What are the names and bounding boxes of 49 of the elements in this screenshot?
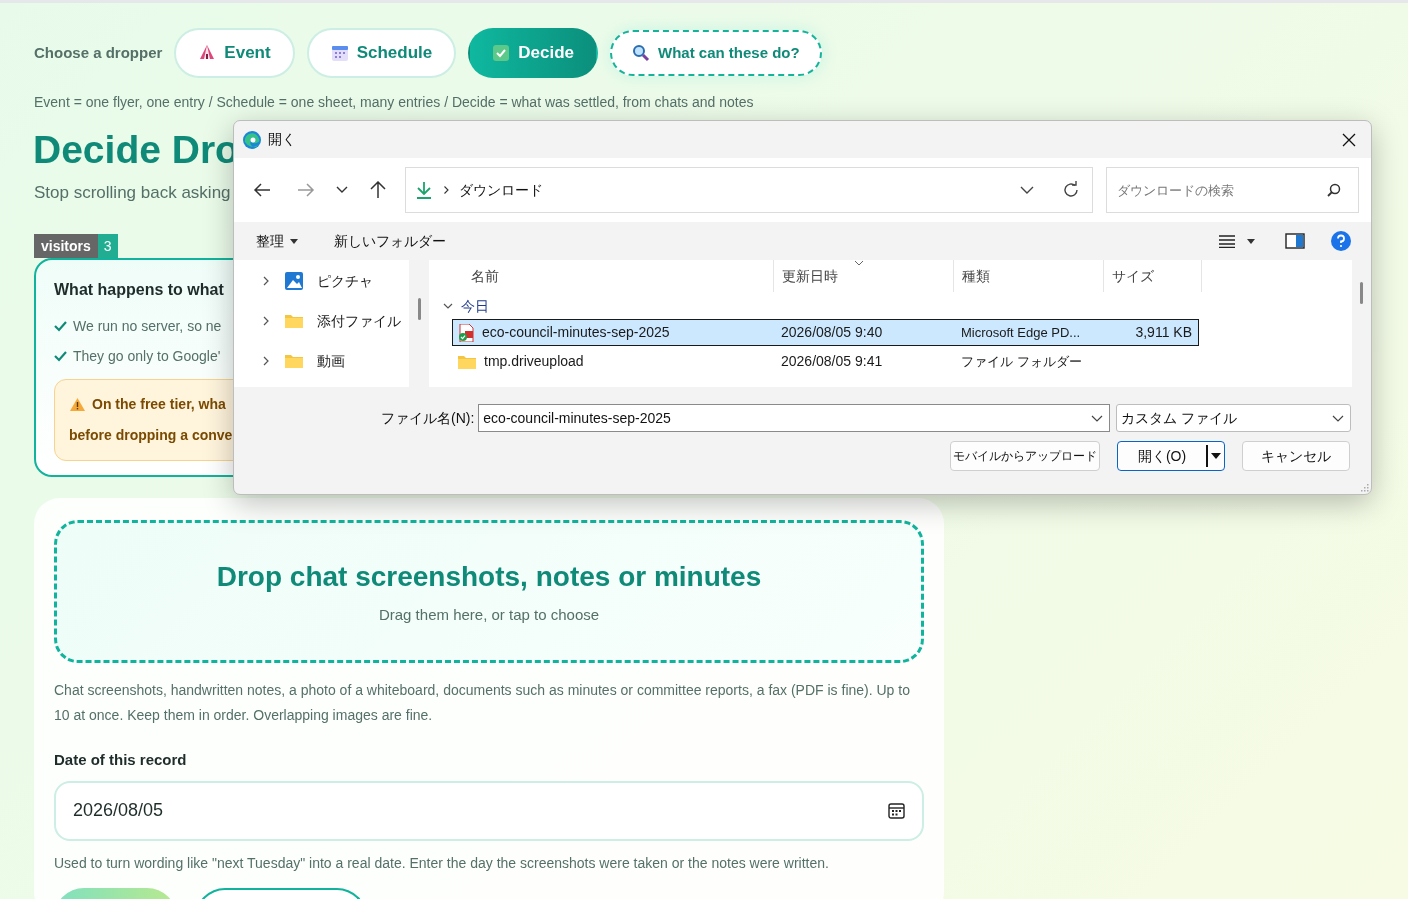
column-header[interactable]: 名前 [429,260,774,292]
nav-item[interactable]: 動画 [234,341,409,381]
search-field[interactable]: ダウンロードの検索 [1106,167,1359,213]
dropper-tab[interactable]: Schedule [306,28,457,78]
help-button[interactable]: What can these do? [610,30,822,76]
nav-item[interactable]: 添付ファイル [234,301,409,341]
file-size: 3,911 KB [1135,324,1192,340]
file-name: tmp.driveupload [484,352,584,371]
file-date: 2026/08/05 9:41 [781,353,883,369]
file-date: 2026/08/05 9:40 [781,324,883,340]
file-name: eco-council-minutes-sep-2025 [482,323,670,342]
visitors-count: 3 [97,234,118,258]
organize-button[interactable]: 整理 [256,230,298,252]
filename-label: ファイル名(N): [381,408,475,428]
dropzone-hint: Drag them here, or tap to choose [378,605,600,626]
address-text: ダウンロード [459,180,543,200]
legend-text: Event = one flyer, one entry / Schedule = one sheet, many entries / Decide = what was settled, from chats and notes [34,93,754,112]
dropper-tab[interactable]: Event [174,28,295,78]
privacy-point: They go only to Google' [73,347,221,366]
page-subtitle: Stop scrolling back asking [34,182,231,204]
date-field[interactable]: 2026/08/05 [54,780,924,841]
warning-text: before dropping a conve [69,426,234,445]
file-type-dropdown[interactable]: カスタム ファイル [1116,404,1351,432]
address-bar[interactable]: ダウンロード [405,167,1093,213]
card-heading: What happens to what [54,280,224,300]
nav-item[interactable]: ピクチャ [234,261,409,301]
privacy-point: We run no server, so ne [73,317,222,336]
warning-text: On the free tier, wha [92,395,226,414]
visitors-label: visitors [34,234,98,258]
dropper-label: Choose a dropper [34,42,163,63]
column-header[interactable]: 種類 [954,260,1104,292]
new-folder-button[interactable]: 新しいフォルダー [334,230,446,252]
file-type: Microsoft Edge PD... [961,325,1081,340]
file-row[interactable]: tmp.driveupload 2026/08/05 9:41 ファイル フォルダー [452,348,1199,375]
open-button[interactable]: 開く(O) [1117,441,1225,471]
file-row[interactable]: eco-council-minutes-sep-2025 2026/08/05 9:40 Microsoft Edge PD... 3,911 KB [452,319,1199,346]
filename-field[interactable]: eco-council-minutes-sep-2025 [478,404,1111,432]
cancel-button[interactable]: キャンセル [1242,441,1350,471]
dialog-title: 開く [268,130,296,149]
date-label: Date of this record [54,750,188,770]
date-help-text: Used to turn wording like "next Tuesday" into a real date. Enter the day the screenshots were taken or the notes were written. [54,853,830,873]
column-header[interactable]: サイズ [1104,260,1202,292]
file-type: ファイル フォルダー [961,354,1082,369]
upload-from-mobile-button[interactable]: モバイルからアップロード [950,441,1100,471]
dropzone-title: Drop chat screenshots, notes or minutes [216,560,762,595]
group-header[interactable]: 今日 [429,295,1352,317]
dropzone[interactable]: Drop chat screenshots, notes or minutes Drag them here, or tap to choose [54,520,924,663]
description-text: Chat screenshots, handwritten notes, a photo of a whiteboard, documents such as minutes or committee reports, a fax (PDF is fine). Up to 10 at once. Keep them in order. Overlapping images are fine. [54,681,911,725]
column-header[interactable]: 更新日時 [774,260,954,292]
